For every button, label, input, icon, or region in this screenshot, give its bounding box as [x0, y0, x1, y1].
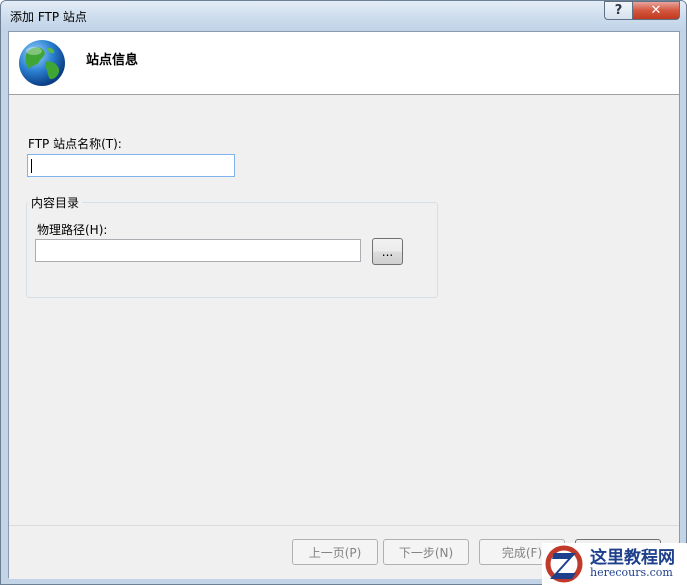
title-bar[interactable]: 添加 FTP 站点 ? ✕ [1, 1, 686, 31]
close-icon: ✕ [650, 3, 662, 18]
help-button[interactable]: ? [604, 1, 632, 20]
dialog-window: 添加 FTP 站点 ? ✕ 站点信息 FTP 站点名称(T): 内容目录 物理路… [0, 0, 687, 585]
text-caret [31, 159, 32, 173]
globe-icon [19, 40, 65, 86]
next-button[interactable]: 下一步(N) [383, 539, 469, 565]
watermark-text: 这里教程网 herecours.com [590, 547, 675, 580]
browse-button[interactable]: ... [372, 238, 403, 265]
content-directory-title: 内容目录 [28, 194, 83, 211]
site-watermark: 这里教程网 herecours.com [542, 543, 687, 585]
site-name-input[interactable] [27, 154, 235, 177]
physical-path-label: 物理路径(H): [37, 223, 108, 237]
watermark-cn: 这里教程网 [590, 547, 675, 568]
watermark-logo [545, 545, 583, 583]
dialog-client-area: 站点信息 FTP 站点名称(T): 内容目录 物理路径(H): ... 上一页(… [8, 31, 680, 579]
caption-buttons: ? ✕ [604, 1, 680, 21]
physical-path-input[interactable] [35, 239, 361, 262]
close-button[interactable]: ✕ [632, 1, 680, 20]
site-name-label: FTP 站点名称(T): [28, 137, 122, 151]
window-title: 添加 FTP 站点 [10, 10, 87, 24]
header-title: 站点信息 [86, 53, 139, 68]
previous-button[interactable]: 上一页(P) [292, 539, 378, 565]
wizard-header: 站点信息 [9, 32, 679, 95]
watermark-en: herecours.com [590, 566, 673, 580]
help-icon: ? [614, 3, 623, 18]
